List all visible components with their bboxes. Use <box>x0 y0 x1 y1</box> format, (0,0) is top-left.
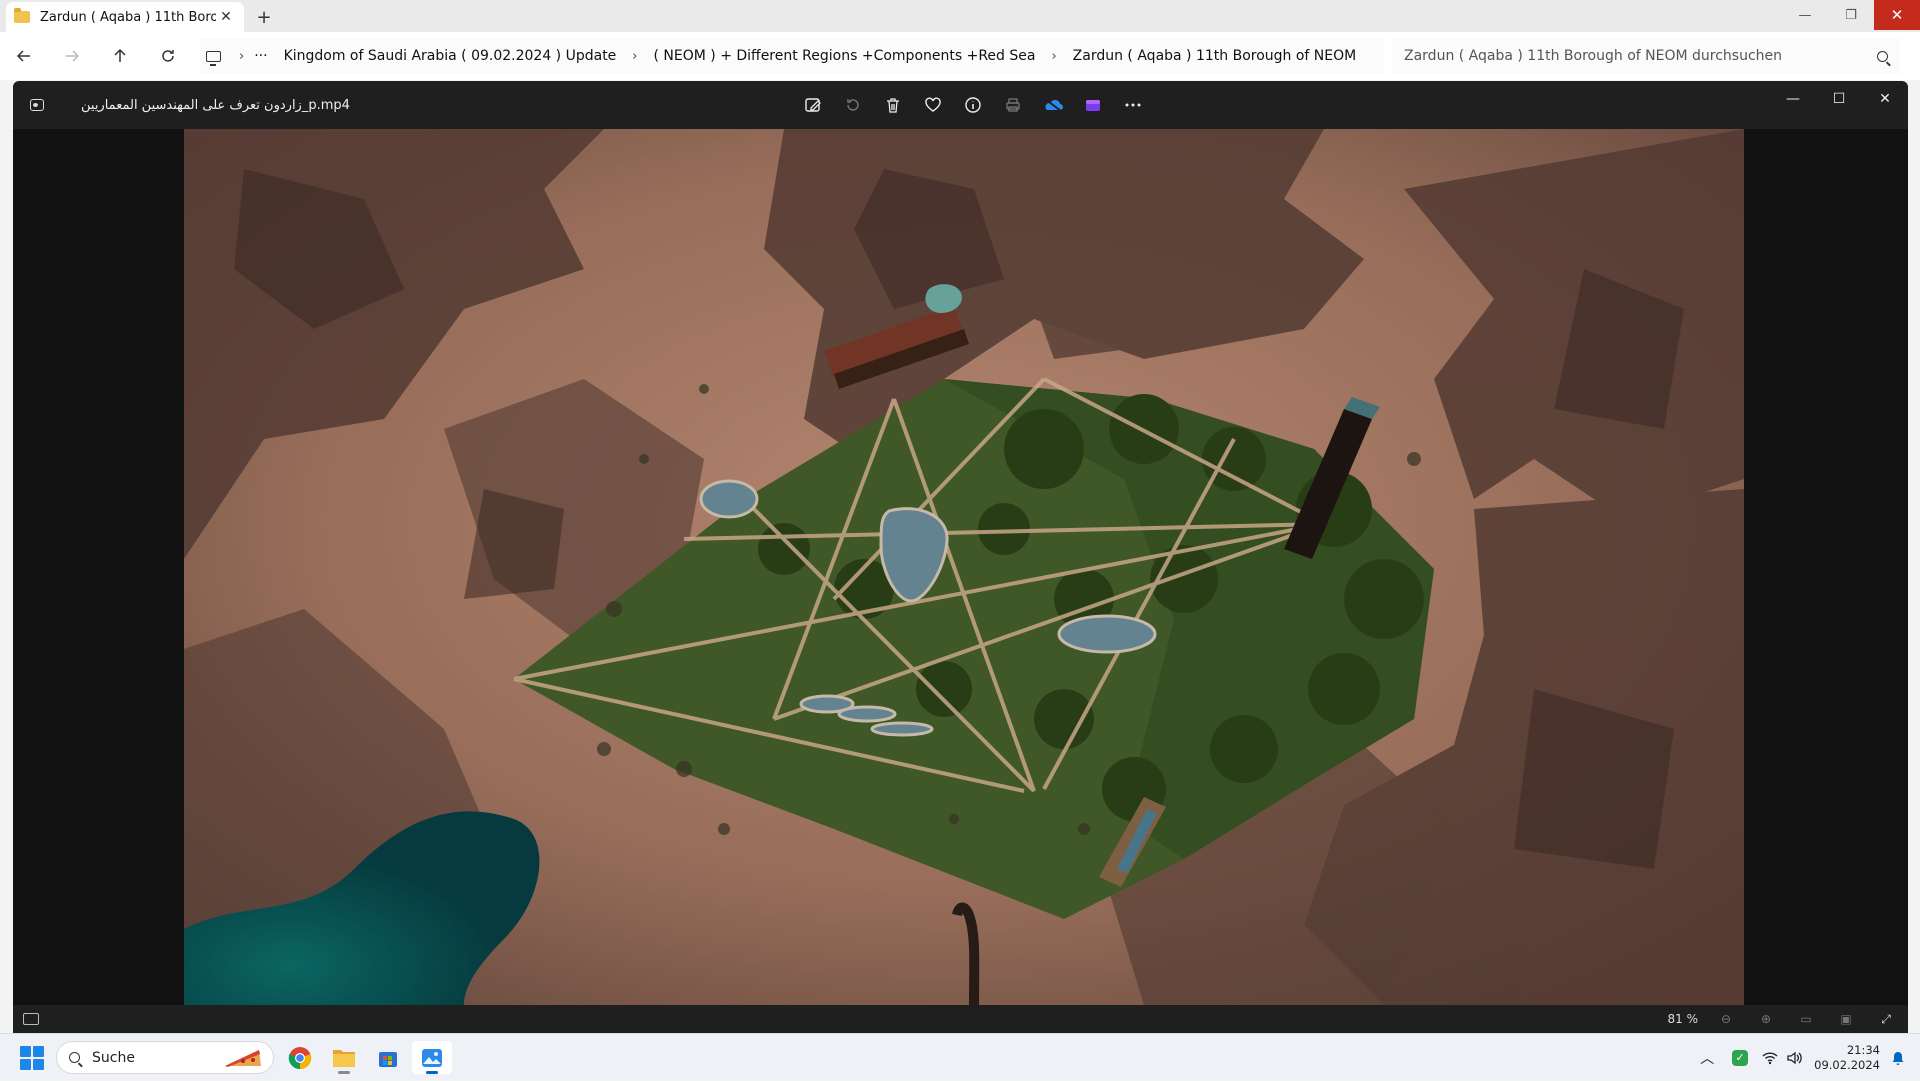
heart-icon <box>925 97 941 112</box>
taskbar-search-label: Suche <box>92 1049 135 1066</box>
running-indicator <box>338 1071 350 1074</box>
up-button[interactable] <box>96 32 144 80</box>
windows-start-icon[interactable] <box>20 1046 44 1070</box>
photos-status-bar: 81 % ⊖ ⊕ ▭ ▣ ⤢ <box>13 1005 1908 1033</box>
edit-image-icon <box>805 98 821 112</box>
explorer-search-input[interactable]: Zardun ( Aqaba ) 11th Borough of NEOM du… <box>1392 38 1900 74</box>
wifi-icon[interactable] <box>1762 1051 1778 1065</box>
monitor-icon <box>206 50 221 66</box>
forward-button[interactable] <box>48 32 96 80</box>
address-bar: › ··· Kingdom of Saudi Arabia ( 09.02.20… <box>0 32 1920 80</box>
search-placeholder: Zardun ( Aqaba ) 11th Borough of NEOM du… <box>1404 48 1783 64</box>
folder-icon <box>333 1049 355 1067</box>
zoom-level: 81 % <box>1667 1012 1699 1026</box>
fit-to-window-icon[interactable]: ▭ <box>1796 1009 1816 1029</box>
photos-app-icon <box>13 81 61 129</box>
store-icon <box>379 1051 397 1067</box>
search-icon <box>69 1052 80 1063</box>
folder-icon <box>14 8 30 23</box>
edit-button[interactable] <box>793 85 833 125</box>
photos-maximize-button[interactable]: ☐ <box>1816 81 1862 117</box>
back-button[interactable] <box>0 32 48 80</box>
new-tab-button[interactable]: + <box>244 2 284 32</box>
breadcrumb-item-neom[interactable]: ( NEOM ) + Different Regions +Components… <box>654 48 1036 64</box>
actual-size-icon[interactable]: ▣ <box>1836 1009 1856 1029</box>
chevron-right-icon[interactable]: › <box>632 49 637 64</box>
chrome-taskbar-app[interactable] <box>280 1041 320 1074</box>
breadcrumb-overflow[interactable]: ··· <box>254 48 267 64</box>
photos-window: زاردون تعرف على المهندسين المعماريين_p.m… <box>13 81 1908 1033</box>
expand-icon[interactable]: ⤢ <box>1876 1009 1896 1029</box>
trash-icon <box>887 98 899 113</box>
explorer-taskbar-app[interactable] <box>324 1041 364 1074</box>
chrome-icon <box>288 1046 312 1069</box>
taskbar: Suche ︿ ✓ 21:34 09.02.2024 <box>0 1033 1920 1080</box>
tab-close-icon[interactable]: ✕ <box>216 9 236 25</box>
arrow-up-icon <box>114 48 126 62</box>
pizza-icon <box>225 1050 261 1067</box>
info-button[interactable] <box>953 85 993 125</box>
file-name: زاردون تعرف على المهندسين المعماريين_p.m… <box>81 97 350 113</box>
photos-taskbar-app[interactable] <box>412 1041 452 1074</box>
chevron-right-icon[interactable]: › <box>239 49 244 64</box>
clock-date: 09.02.2024 <box>1814 1057 1880 1072</box>
security-icon[interactable]: ✓ <box>1732 1049 1749 1066</box>
minimize-button[interactable]: — <box>1782 0 1828 30</box>
breadcrumb-item-ksa[interactable]: Kingdom of Saudi Arabia ( 09.02.2024 ) U… <box>284 48 617 64</box>
explorer-tab[interactable]: Zardun ( Aqaba ) 11th Borough of NEOM ✕ <box>6 2 244 32</box>
refresh-button[interactable] <box>144 32 192 80</box>
info-icon <box>965 97 981 113</box>
print-button[interactable] <box>993 85 1033 125</box>
rotate-button[interactable] <box>833 85 873 125</box>
photos-icon <box>422 1048 442 1067</box>
chevron-up-icon[interactable]: ︿ <box>1700 1048 1714 1068</box>
chevron-right-icon[interactable]: › <box>1051 49 1056 64</box>
photos-close-button[interactable]: ✕ <box>1862 81 1908 117</box>
printer-icon <box>1006 98 1020 112</box>
arrow-left-icon <box>16 50 30 62</box>
notification-bell-icon[interactable] <box>1890 1050 1906 1066</box>
zoom-out-icon[interactable]: ⊖ <box>1716 1009 1736 1029</box>
delete-button[interactable] <box>873 85 913 125</box>
arrow-right-icon <box>66 50 80 62</box>
tab-title: Zardun ( Aqaba ) 11th Borough of NEOM <box>40 9 216 25</box>
close-window-button[interactable]: ✕ <box>1874 0 1920 30</box>
volume-icon[interactable] <box>1786 1051 1804 1065</box>
clipchamp-icon <box>1086 100 1100 111</box>
clipchamp-button[interactable] <box>1073 85 1113 125</box>
clock[interactable]: 21:34 09.02.2024 <box>1814 1043 1880 1073</box>
search-icon <box>1877 50 1888 62</box>
media-stage <box>13 129 1908 1005</box>
breadcrumb-item-zardun[interactable]: Zardun ( Aqaba ) 11th Borough of NEOM <box>1073 48 1357 64</box>
more-options-button[interactable] <box>1113 85 1153 125</box>
filmstrip-icon[interactable] <box>23 1013 39 1025</box>
zoom-in-icon[interactable]: ⊕ <box>1756 1009 1776 1029</box>
cloud-icon <box>1044 98 1063 112</box>
onedrive-button[interactable] <box>1033 85 1073 125</box>
system-tray: ︿ ✓ 21:34 09.02.2024 <box>1700 1034 1920 1081</box>
clock-time: 21:34 <box>1846 1042 1880 1057</box>
favorite-button[interactable] <box>913 85 953 125</box>
rotate-icon <box>847 99 859 111</box>
aerial-video-frame[interactable] <box>184 129 1744 1005</box>
photos-toolbar <box>793 81 1153 129</box>
maximize-button[interactable]: ❐ <box>1828 0 1874 30</box>
photos-minimize-button[interactable]: — <box>1770 81 1816 117</box>
taskbar-search-input[interactable]: Suche <box>56 1041 274 1074</box>
breadcrumb[interactable]: › ··· Kingdom of Saudi Arabia ( 09.02.20… <box>200 38 1384 74</box>
explorer-tab-strip: Zardun ( Aqaba ) 11th Borough of NEOM ✕ … <box>0 0 1920 32</box>
more-icon <box>1125 103 1141 107</box>
active-indicator <box>426 1071 438 1074</box>
zoom-controls: ⊖ ⊕ ▭ ▣ ⤢ <box>1716 1009 1896 1029</box>
store-taskbar-app[interactable] <box>368 1041 408 1074</box>
refresh-icon <box>162 50 174 62</box>
